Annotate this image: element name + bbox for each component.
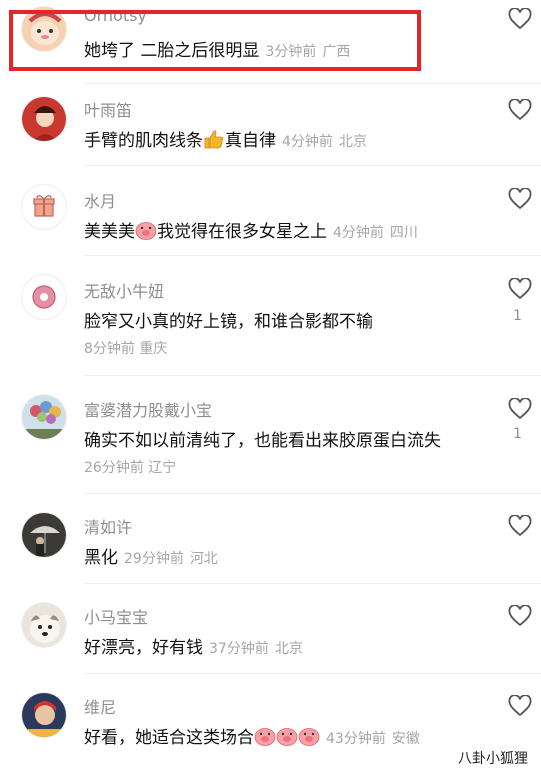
avatar[interactable] xyxy=(21,274,67,320)
comment-row[interactable]: 无敌小牛妞 脸窄又小真的好上镜，和谁合影都不输 8分钟前 重庆 1 xyxy=(0,256,541,376)
heart-icon[interactable] xyxy=(508,278,532,300)
avatar[interactable] xyxy=(21,512,67,558)
comment-text: 手臂的肌肉线条 真自律 4分钟前 北京 xyxy=(84,126,367,154)
thumbs-up-emoji-icon xyxy=(203,129,225,154)
username[interactable]: 维尼 xyxy=(84,694,116,718)
username[interactable]: 清如许 xyxy=(84,514,132,538)
comment-text: 美美美 我觉得在很多女星之上 4分钟前 四川 xyxy=(84,217,418,245)
heart-icon[interactable] xyxy=(508,515,532,537)
username[interactable]: 叶雨笛 xyxy=(84,97,132,121)
avatar[interactable] xyxy=(21,692,67,738)
avatar[interactable] xyxy=(21,184,67,230)
heart-icon[interactable] xyxy=(508,695,532,717)
avatar[interactable] xyxy=(21,96,67,142)
comment-meta: 26分钟前 辽宁 xyxy=(84,460,177,476)
like-count: 1 xyxy=(513,426,522,442)
comment-row[interactable]: 小马宝宝 好漂亮，好有钱 37分钟前 北京 xyxy=(0,584,541,674)
avatar[interactable] xyxy=(21,602,67,648)
comment-text: 脸窄又小真的好上镜，和谁合影都不输 xyxy=(84,312,373,332)
comment-text: 好漂亮，好有钱 37分钟前 北京 xyxy=(84,638,303,658)
heart-icon[interactable] xyxy=(508,99,532,121)
pig-emoji-icon xyxy=(276,726,298,751)
comment-row[interactable]: 叶雨笛 手臂的肌肉线条 真自律 4分钟前 北京 xyxy=(0,84,541,166)
comment-text: 好看，她适合这类场合 43分钟前 安徽 xyxy=(84,723,420,751)
comment-text: 她垮了 二胎之后很明显 3分钟前 广西 xyxy=(84,41,351,61)
pig-emoji-icon xyxy=(135,220,157,245)
username[interactable]: 水月 xyxy=(84,188,116,212)
watermark: 八卦小狐狸 xyxy=(458,751,528,767)
heart-icon[interactable] xyxy=(508,8,532,30)
username[interactable]: 富婆潜力股戴小宝 xyxy=(84,397,212,421)
comment-text: 确实不如以前清纯了，也能看出来胶原蛋白流失 xyxy=(84,431,441,451)
comment-text: 黑化 29分钟前 河北 xyxy=(84,548,218,568)
heart-icon[interactable] xyxy=(508,398,532,420)
username[interactable]: Ornotsy xyxy=(84,6,147,25)
comment-row[interactable]: Ornotsy 她垮了 二胎之后很明显 3分钟前 广西 xyxy=(0,0,541,84)
comment-row[interactable]: 富婆潜力股戴小宝 确实不如以前清纯了，也能看出来胶原蛋白流失 26分钟前 辽宁 … xyxy=(0,376,541,494)
username[interactable]: 无敌小牛妞 xyxy=(84,278,164,302)
username[interactable]: 小马宝宝 xyxy=(84,604,148,628)
avatar[interactable] xyxy=(21,394,67,440)
comment-row[interactable]: 水月 美美美 我觉得在很多女星之上 4分钟前 四川 xyxy=(0,166,541,256)
avatar[interactable] xyxy=(21,6,67,52)
pig-emoji-icon xyxy=(298,726,320,751)
like-count: 1 xyxy=(513,308,522,324)
pig-emoji-icon xyxy=(254,726,276,751)
comment-row[interactable]: 清如许 黑化 29分钟前 河北 xyxy=(0,494,541,584)
comment-meta: 8分钟前 重庆 xyxy=(84,341,168,357)
heart-icon[interactable] xyxy=(508,188,532,210)
heart-icon[interactable] xyxy=(508,605,532,627)
